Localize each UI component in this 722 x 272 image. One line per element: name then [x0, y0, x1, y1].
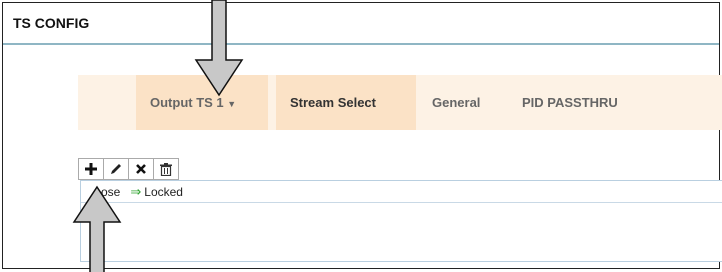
caret-down-icon: ▼ [227, 99, 237, 109]
pencil-icon [111, 164, 121, 174]
add-button[interactable] [78, 158, 104, 180]
edit-button[interactable] [103, 158, 129, 180]
tab-stream-select[interactable]: Stream Select [276, 75, 416, 130]
panel-header: TS CONFIG [3, 3, 719, 45]
annotation-arrow-down-icon [194, 0, 244, 97]
stream-grid: ose ⇒ Locked [80, 180, 722, 262]
tab-label: General [432, 95, 481, 110]
delete-button[interactable] [153, 158, 179, 180]
tab-label: PID PASSTHRU [522, 95, 618, 110]
annotation-arrow-up-icon [72, 185, 122, 272]
status-legend: ose ⇒ Locked [81, 182, 722, 203]
locked-arrow-icon: ⇒ [130, 184, 142, 199]
locked-legend-label: Locked [144, 185, 183, 199]
x-icon [136, 164, 146, 174]
grid-toolbar [78, 158, 179, 180]
tab-pid-passthru[interactable]: PID PASSTHRU [508, 75, 648, 130]
remove-button[interactable] [128, 158, 154, 180]
plus-icon [85, 163, 97, 175]
tab-label: Stream Select [290, 95, 376, 110]
panel-title: TS CONFIG [13, 15, 90, 31]
tab-general[interactable]: General [418, 75, 496, 130]
tab-bar: Output TS 1 ▼ Stream Select General PID … [78, 75, 722, 130]
trash-icon [160, 162, 172, 176]
